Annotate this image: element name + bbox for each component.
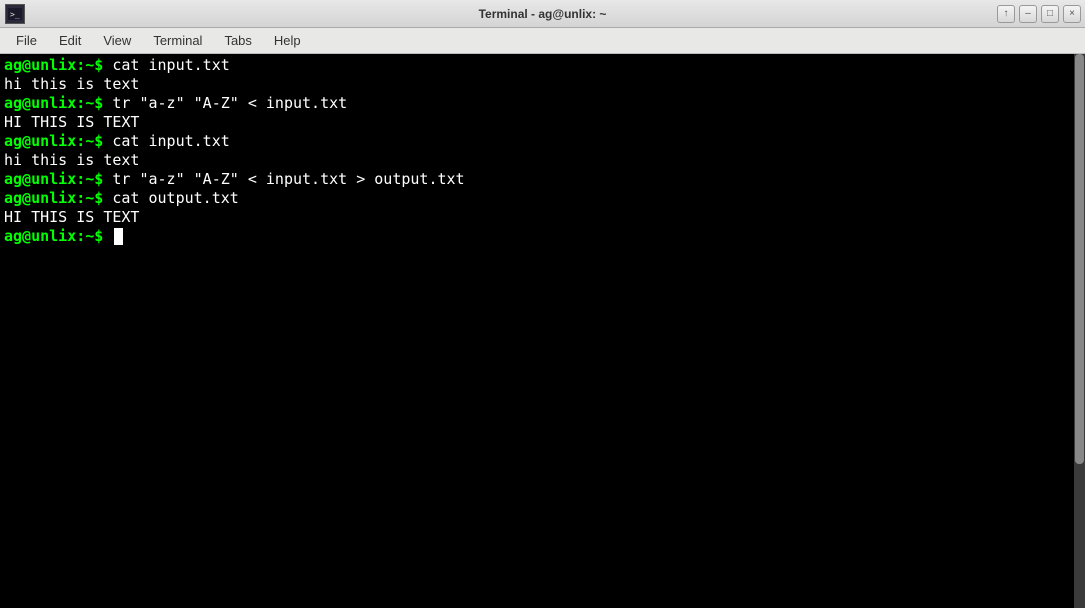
menu-help[interactable]: Help	[264, 30, 311, 51]
window-controls: ↑ – □ ×	[997, 5, 1085, 23]
window-title: Terminal - ag@unlix: ~	[479, 7, 607, 21]
terminal-icon: >_	[5, 4, 25, 24]
prompt: ag@unlix:~$	[4, 170, 103, 188]
prompt: ag@unlix:~$	[4, 227, 103, 245]
prompt: ag@unlix:~$	[4, 189, 103, 207]
terminal-line: ag@unlix:~$ tr "a-z" "A-Z" < input.txt	[4, 94, 1081, 113]
close-button[interactable]: ×	[1063, 5, 1081, 23]
output-text: hi this is text	[4, 75, 139, 93]
command-text: cat output.txt	[103, 189, 238, 207]
command-text: cat input.txt	[103, 56, 229, 74]
terminal-output[interactable]: ag@unlix:~$ cat input.txthi this is text…	[0, 54, 1085, 608]
menubar: File Edit View Terminal Tabs Help	[0, 28, 1085, 54]
output-text: HI THIS IS TEXT	[4, 208, 139, 226]
command-text: cat input.txt	[103, 132, 229, 150]
menu-edit[interactable]: Edit	[49, 30, 91, 51]
command-text: tr "a-z" "A-Z" < input.txt	[103, 94, 347, 112]
terminal-line: ag@unlix:~$ cat input.txt	[4, 56, 1081, 75]
menu-terminal[interactable]: Terminal	[143, 30, 212, 51]
minimize-button[interactable]: –	[1019, 5, 1037, 23]
terminal-line: ag@unlix:~$ tr "a-z" "A-Z" < input.txt >…	[4, 170, 1081, 189]
prompt: ag@unlix:~$	[4, 56, 103, 74]
prompt: ag@unlix:~$	[4, 132, 103, 150]
terminal-line: ag@unlix:~$	[4, 227, 1081, 246]
terminal-line: HI THIS IS TEXT	[4, 208, 1081, 227]
terminal-line: hi this is text	[4, 75, 1081, 94]
output-text: HI THIS IS TEXT	[4, 113, 139, 131]
menu-tabs[interactable]: Tabs	[214, 30, 261, 51]
cursor-icon	[114, 228, 123, 245]
menu-file[interactable]: File	[6, 30, 47, 51]
maximize-button[interactable]: □	[1041, 5, 1059, 23]
svg-text:>_: >_	[10, 10, 20, 19]
scrollbar-track[interactable]	[1074, 54, 1085, 608]
terminal-line: ag@unlix:~$ cat output.txt	[4, 189, 1081, 208]
terminal-line: hi this is text	[4, 151, 1081, 170]
titlebar: >_ Terminal - ag@unlix: ~ ↑ – □ ×	[0, 0, 1085, 28]
terminal-line: ag@unlix:~$ cat input.txt	[4, 132, 1081, 151]
menu-view[interactable]: View	[93, 30, 141, 51]
output-text: hi this is text	[4, 151, 139, 169]
scrollbar-thumb[interactable]	[1075, 54, 1084, 464]
terminal-line: HI THIS IS TEXT	[4, 113, 1081, 132]
stick-button[interactable]: ↑	[997, 5, 1015, 23]
prompt: ag@unlix:~$	[4, 94, 103, 112]
command-text: tr "a-z" "A-Z" < input.txt > output.txt	[103, 170, 464, 188]
